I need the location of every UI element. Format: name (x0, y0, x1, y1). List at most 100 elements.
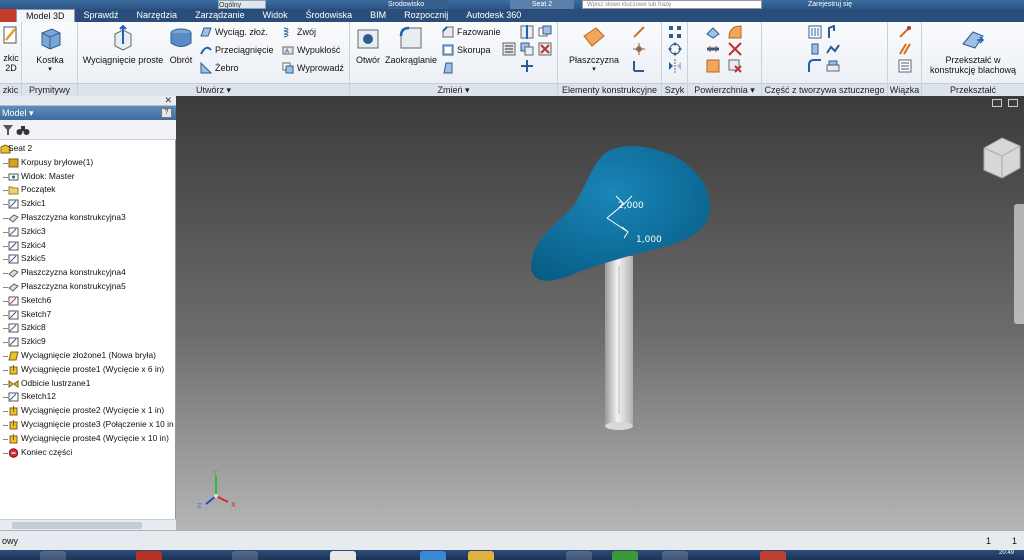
work-axis-icon[interactable] (632, 25, 646, 39)
find-binoculars-icon[interactable] (16, 124, 30, 136)
taskbar-app[interactable] (330, 551, 356, 560)
rest-icon[interactable] (826, 42, 840, 56)
browser-tree-item[interactable]: Odbicie lustrzane1 (0, 377, 176, 391)
rectangular-pattern-icon[interactable] (668, 25, 682, 39)
browser-tree-item[interactable]: Płaszczyzna konstrukcyjna5 (0, 280, 176, 294)
harness-properties-icon[interactable] (898, 59, 912, 73)
taskbar-app[interactable] (420, 551, 446, 560)
box-primitive-button[interactable]: Kostka ▾ (30, 24, 70, 75)
fillet-button[interactable]: Zaokrąglanie (384, 24, 438, 65)
snap-fit-icon[interactable] (826, 25, 840, 39)
copy-object-icon[interactable] (538, 25, 552, 39)
style-dropdown[interactable]: Ogólny (218, 0, 266, 9)
move-face-icon[interactable] (520, 59, 534, 73)
sculpt-icon[interactable] (706, 59, 720, 73)
taskbar-app[interactable] (232, 551, 258, 560)
chamfer-button[interactable]: Fazowanie (442, 25, 501, 39)
revolve-button[interactable]: Obrót (166, 24, 196, 65)
convert-to-sheet-metal-button[interactable]: Przekształć w konstrukcję blachową (924, 24, 1022, 75)
sweep-button[interactable]: Przeciągnięcie (200, 43, 274, 57)
stitch-icon[interactable] (706, 42, 720, 56)
pin-group-icon[interactable] (898, 42, 912, 56)
emboss-button[interactable]: A Wypukłość (282, 43, 340, 57)
coil-button[interactable]: Zwój (282, 25, 316, 39)
tab-view[interactable]: Widok (254, 9, 297, 22)
taskbar-app[interactable] (612, 551, 638, 560)
browser-tree-item[interactable]: Szkic3 (0, 225, 176, 239)
viewcube-icon[interactable] (974, 130, 1024, 180)
rule-fillet-icon[interactable] (808, 59, 822, 73)
tab-inspect[interactable]: Sprawdź (75, 9, 128, 22)
browser-tree-item[interactable]: Wyciągnięcie proste4 (Wycięcie x 10 in) (0, 432, 176, 446)
browser-tree-item[interactable]: Seat 2 (0, 142, 176, 156)
taskbar-app[interactable] (468, 551, 494, 560)
browser-tree-item[interactable]: Płaszczyzna konstrukcyjna4 (0, 266, 176, 280)
sign-in-link[interactable]: Zarejestruj się (808, 0, 918, 9)
browser-tree-item[interactable]: Sketch6 (0, 294, 176, 308)
tab-manage[interactable]: Zarządzanie (186, 9, 254, 22)
navigation-bar[interactable] (1014, 204, 1024, 324)
browser-tree-item[interactable]: Szkic1 (0, 197, 176, 211)
close-browser-icon[interactable]: ✕ (164, 95, 172, 106)
tab-autodesk-360[interactable]: Autodesk 360 (457, 9, 530, 22)
browser-tree-item[interactable]: Wyciągnięcie proste2 (Wycięcie x 1 in) (0, 404, 176, 418)
browser-horizontal-scrollbar[interactable] (0, 519, 176, 530)
seat-post[interactable] (605, 256, 633, 430)
tab-bim[interactable]: BIM (361, 9, 395, 22)
project-selector[interactable]: Środowisko (388, 0, 448, 9)
browser-tree-item[interactable]: Szkic4 (0, 239, 176, 253)
browser-tree-item[interactable]: Szkic9 (0, 335, 176, 349)
filter-icon[interactable] (2, 124, 14, 136)
graphics-viewport[interactable]: 2,000 1,000 Y X Z (176, 96, 1024, 530)
pin-icon[interactable] (898, 25, 912, 39)
create-2d-sketch-button[interactable]: zkic 2D (0, 24, 22, 73)
browser-tree-item[interactable]: Korpusy bryłowe(1) (0, 156, 176, 170)
mirror-icon[interactable] (668, 59, 682, 73)
grill-icon[interactable] (808, 25, 822, 39)
taskbar-app[interactable] (40, 551, 66, 560)
thicken-icon[interactable] (706, 25, 720, 39)
tab-model-3d[interactable]: Model 3D (16, 9, 75, 22)
scrollbar-thumb[interactable] (12, 522, 142, 529)
browser-tree-item[interactable]: Wyciągnięcie proste3 (Połączenie x 10 in (0, 418, 176, 432)
taskbar-app[interactable] (566, 551, 592, 560)
trim-icon[interactable] (728, 42, 742, 56)
taskbar-app[interactable] (760, 551, 786, 560)
browser-tree-item[interactable]: Szkic5 (0, 252, 176, 266)
extrude-button[interactable]: Wyciągnięcie proste (80, 24, 166, 65)
lip-icon[interactable] (826, 59, 840, 73)
browser-tree-item[interactable]: Sketch12 (0, 390, 176, 404)
model-canvas[interactable]: 2,000 1,000 Y X Z (176, 96, 1024, 530)
boundary-patch-icon[interactable] (728, 25, 742, 39)
tab-get-started[interactable]: Rozpocznij (395, 9, 457, 22)
tab-tools[interactable]: Narzędzia (128, 9, 187, 22)
delete-surface-icon[interactable] (728, 59, 742, 73)
draft-button[interactable] (442, 61, 454, 75)
browser-tree-item[interactable]: Koniec części (0, 446, 176, 460)
thread-icon[interactable] (502, 42, 516, 56)
browser-tree-item[interactable]: Początek (0, 183, 176, 197)
combine-icon[interactable] (520, 42, 534, 56)
browser-tree-item[interactable]: Płaszczyzna konstrukcyjna3 (0, 211, 176, 225)
browser-help-icon[interactable]: ? (161, 108, 172, 118)
split-icon[interactable] (520, 25, 534, 39)
taskbar-app[interactable] (662, 551, 688, 560)
circular-pattern-icon[interactable] (668, 42, 682, 56)
ucs-icon[interactable] (632, 59, 646, 73)
browser-tree-item[interactable]: Szkic8 (0, 321, 176, 335)
browser-tree-item[interactable]: Wyciągnięcie złożone1 (Nowa bryła) (0, 349, 176, 363)
taskbar-app[interactable] (136, 551, 162, 560)
browser-tree-item[interactable]: Widok: Master (0, 170, 176, 184)
derive-button[interactable]: Wyprowadź (282, 61, 344, 75)
work-point-icon[interactable] (632, 42, 646, 56)
boss-icon[interactable] (808, 42, 822, 56)
rib-button[interactable]: Żebro (200, 61, 239, 75)
tab-environments[interactable]: Środowiska (297, 9, 362, 22)
loft-button[interactable]: Wyciąg. złoż. (200, 25, 268, 39)
application-menu-button[interactable] (0, 9, 16, 22)
browser-title-dropdown[interactable]: Model ▾ (2, 108, 34, 118)
plane-button[interactable]: Płaszczyzna ▾ (562, 24, 626, 75)
shell-button[interactable]: Skorupa (442, 43, 491, 57)
search-input[interactable]: Wpisz słowo kluczowe lub frazę (582, 0, 762, 9)
delete-face-icon[interactable] (538, 42, 552, 56)
